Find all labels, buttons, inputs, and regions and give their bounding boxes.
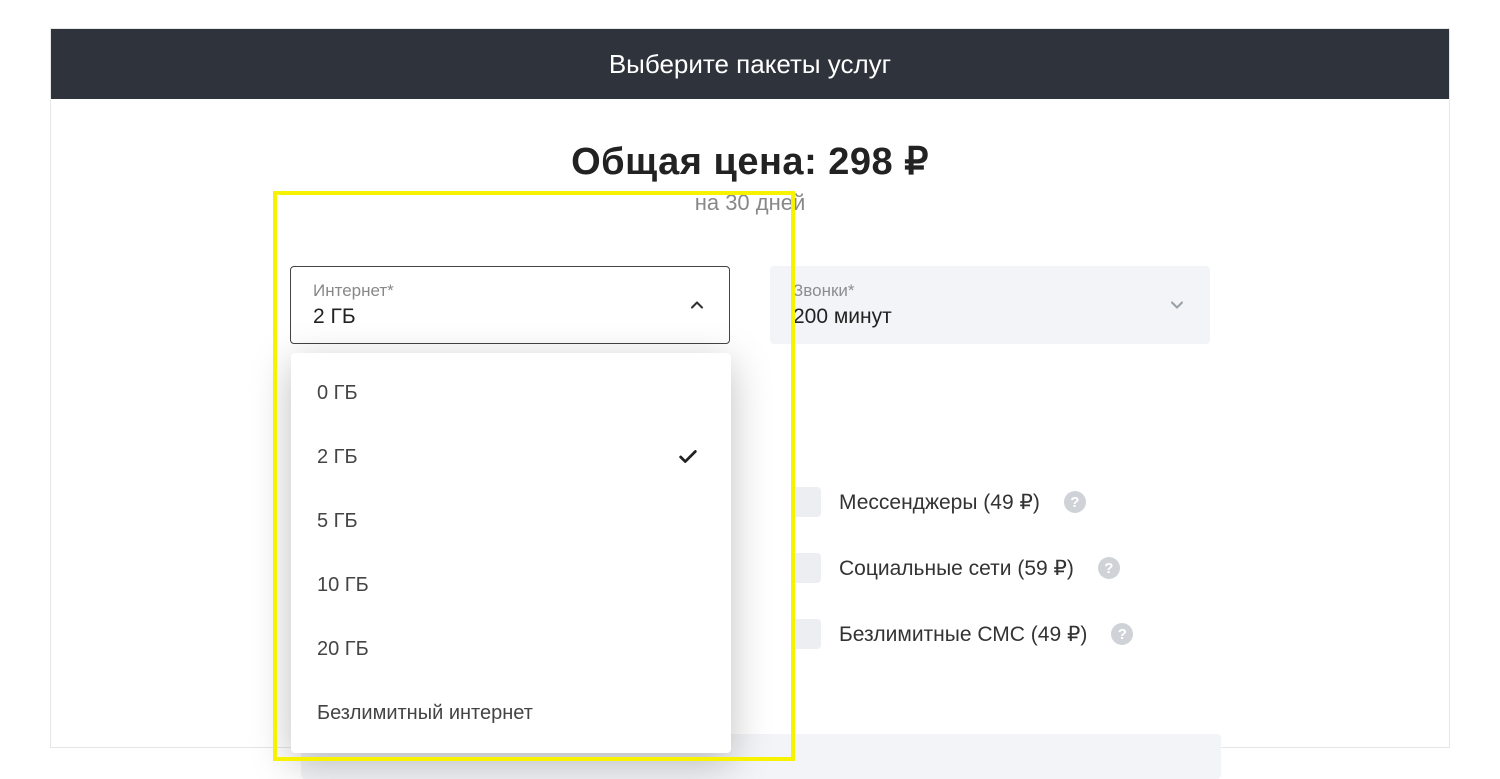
- chevron-down-icon: [1167, 295, 1187, 315]
- internet-dropdown-list[interactable]: 0 ГБ 2 ГБ 5 ГБ 10 ГБ: [291, 361, 731, 745]
- addon-messengers: Мессенджеры (49 ₽) ?: [791, 469, 1221, 535]
- addon-sms: Безлимитные СМС (49 ₽) ?: [791, 601, 1221, 667]
- internet-select-label: Интернет*: [313, 281, 394, 301]
- page-frame: Выберите пакеты услуг Общая цена: 298 ₽ …: [50, 28, 1450, 748]
- check-icon: [677, 446, 699, 468]
- help-icon[interactable]: ?: [1098, 557, 1120, 579]
- calls-select-label: Звонки*: [793, 281, 892, 301]
- price-currency: ₽: [904, 141, 929, 183]
- calls-select-value: 200 минут: [793, 305, 892, 329]
- calls-select[interactable]: Звонки* 200 минут: [770, 266, 1210, 344]
- addon-label: Социальные сети (59 ₽): [839, 556, 1074, 581]
- internet-select[interactable]: Интернет* 2 ГБ 0 ГБ 2 ГБ: [290, 266, 730, 344]
- total-price: Общая цена: 298 ₽: [51, 139, 1449, 184]
- price-period: на 30 дней: [51, 190, 1449, 216]
- addons-list: Мессенджеры (49 ₽) ? Социальные сети (59…: [791, 469, 1221, 667]
- help-icon[interactable]: ?: [1064, 491, 1086, 513]
- help-icon[interactable]: ?: [1111, 623, 1133, 645]
- internet-select-value: 2 ГБ: [313, 305, 394, 329]
- price-label: Общая цена:: [571, 141, 817, 183]
- selectors-row: Интернет* 2 ГБ 0 ГБ 2 ГБ: [290, 266, 1210, 344]
- internet-option-5gb[interactable]: 5 ГБ: [291, 489, 731, 553]
- addon-checkbox[interactable]: [791, 553, 821, 583]
- addon-social: Социальные сети (59 ₽) ?: [791, 535, 1221, 601]
- addon-label: Безлимитные СМС (49 ₽): [839, 622, 1087, 647]
- option-label: 0 ГБ: [317, 382, 358, 405]
- banner-title: Выберите пакеты услуг: [609, 49, 891, 80]
- option-label: 5 ГБ: [317, 510, 358, 533]
- addon-checkbox[interactable]: [791, 487, 821, 517]
- option-label: 2 ГБ: [317, 446, 358, 469]
- internet-option-0gb[interactable]: 0 ГБ: [291, 361, 731, 425]
- internet-dropdown: 0 ГБ 2 ГБ 5 ГБ 10 ГБ: [291, 353, 731, 753]
- option-label: Безлимитный интернет: [317, 702, 533, 725]
- option-label: 10 ГБ: [317, 574, 369, 597]
- internet-option-20gb[interactable]: 20 ГБ: [291, 617, 731, 681]
- price-amount: 298: [828, 141, 893, 183]
- addon-label: Мессенджеры (49 ₽): [839, 490, 1040, 515]
- banner: Выберите пакеты услуг: [51, 29, 1449, 99]
- addon-checkbox[interactable]: [791, 619, 821, 649]
- content: Общая цена: 298 ₽ на 30 дней Интернет* 2…: [51, 99, 1449, 344]
- internet-option-2gb[interactable]: 2 ГБ: [291, 425, 731, 489]
- chevron-up-icon: [687, 295, 707, 315]
- option-label: 20 ГБ: [317, 638, 369, 661]
- internet-option-10gb[interactable]: 10 ГБ: [291, 553, 731, 617]
- internet-option-unlimited[interactable]: Безлимитный интернет: [291, 681, 731, 745]
